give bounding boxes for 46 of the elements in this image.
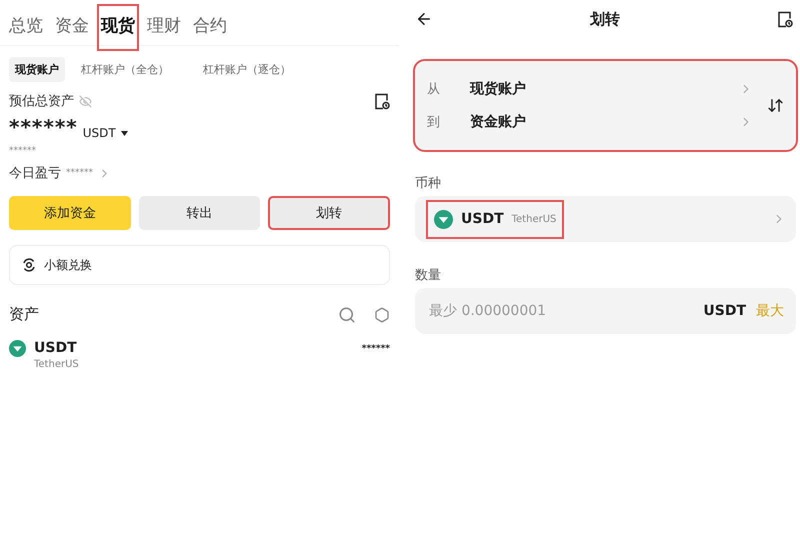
small-exchange-label: 小额兑换 — [44, 256, 92, 274]
asset-symbol: USDT — [34, 340, 78, 356]
tab[interactable]: 总览 — [7, 6, 45, 49]
currency-selector[interactable]: USDT — [82, 126, 116, 140]
caret-down-icon[interactable] — [120, 130, 128, 136]
pnl-label: 今日盈亏 — [9, 165, 61, 182]
estimate-label: 预估总资产 — [9, 93, 74, 110]
search-icon[interactable] — [338, 306, 356, 324]
page-title: 划转 — [590, 10, 620, 28]
coin-icon — [9, 340, 26, 357]
action-button[interactable]: 划转 — [268, 196, 390, 230]
asset-amount: ****** — [362, 344, 390, 356]
tab[interactable]: 理财 — [145, 6, 183, 49]
coin-symbol: USDT — [461, 211, 504, 227]
small-exchange-card[interactable]: 小额兑换 — [9, 245, 390, 285]
amount-label: 数量 — [415, 267, 442, 284]
swap-icon[interactable] — [767, 97, 784, 114]
hexagon-icon[interactable] — [374, 306, 390, 322]
amount-field[interactable]: 最少 0.00000001 USDT 最大 — [415, 288, 796, 334]
account-name[interactable]: 资金账户 — [470, 113, 739, 131]
assets-title: 资产 — [9, 305, 39, 324]
coin-label: 币种 — [415, 175, 442, 192]
tab[interactable]: 资金 — [53, 6, 91, 49]
sub-tab[interactable]: 杠杆账户（逐仓） — [197, 57, 297, 82]
coin-icon — [434, 210, 453, 228]
action-button[interactable]: 转出 — [138, 196, 260, 230]
record-icon[interactable] — [777, 10, 793, 28]
tab[interactable]: 合约 — [191, 6, 229, 49]
asset-name: TetherUS — [34, 359, 79, 370]
coin-name: TetherUS — [512, 214, 556, 224]
pnl-value: ****** — [66, 168, 93, 178]
tab[interactable]: 现货 — [99, 6, 137, 49]
action-button[interactable]: 添加资金 — [9, 196, 131, 230]
back-icon[interactable] — [415, 10, 433, 28]
sub-tab[interactable]: 杠杆账户（全仓） — [75, 57, 175, 82]
direction-label: 从 — [427, 81, 441, 98]
amount-unit: USDT — [703, 303, 746, 319]
fiat-value: ****** — [9, 146, 37, 156]
coin-selector[interactable]: USDT TetherUS — [415, 196, 796, 242]
account-name[interactable]: 现货账户 — [470, 80, 739, 98]
eye-off-icon[interactable] — [79, 94, 92, 108]
direction-label: 到 — [427, 114, 441, 131]
sub-tab[interactable]: 现货账户 — [9, 57, 65, 82]
record-icon[interactable] — [374, 92, 390, 110]
exchange-icon — [22, 258, 36, 272]
balance-value: ****** — [9, 115, 78, 139]
